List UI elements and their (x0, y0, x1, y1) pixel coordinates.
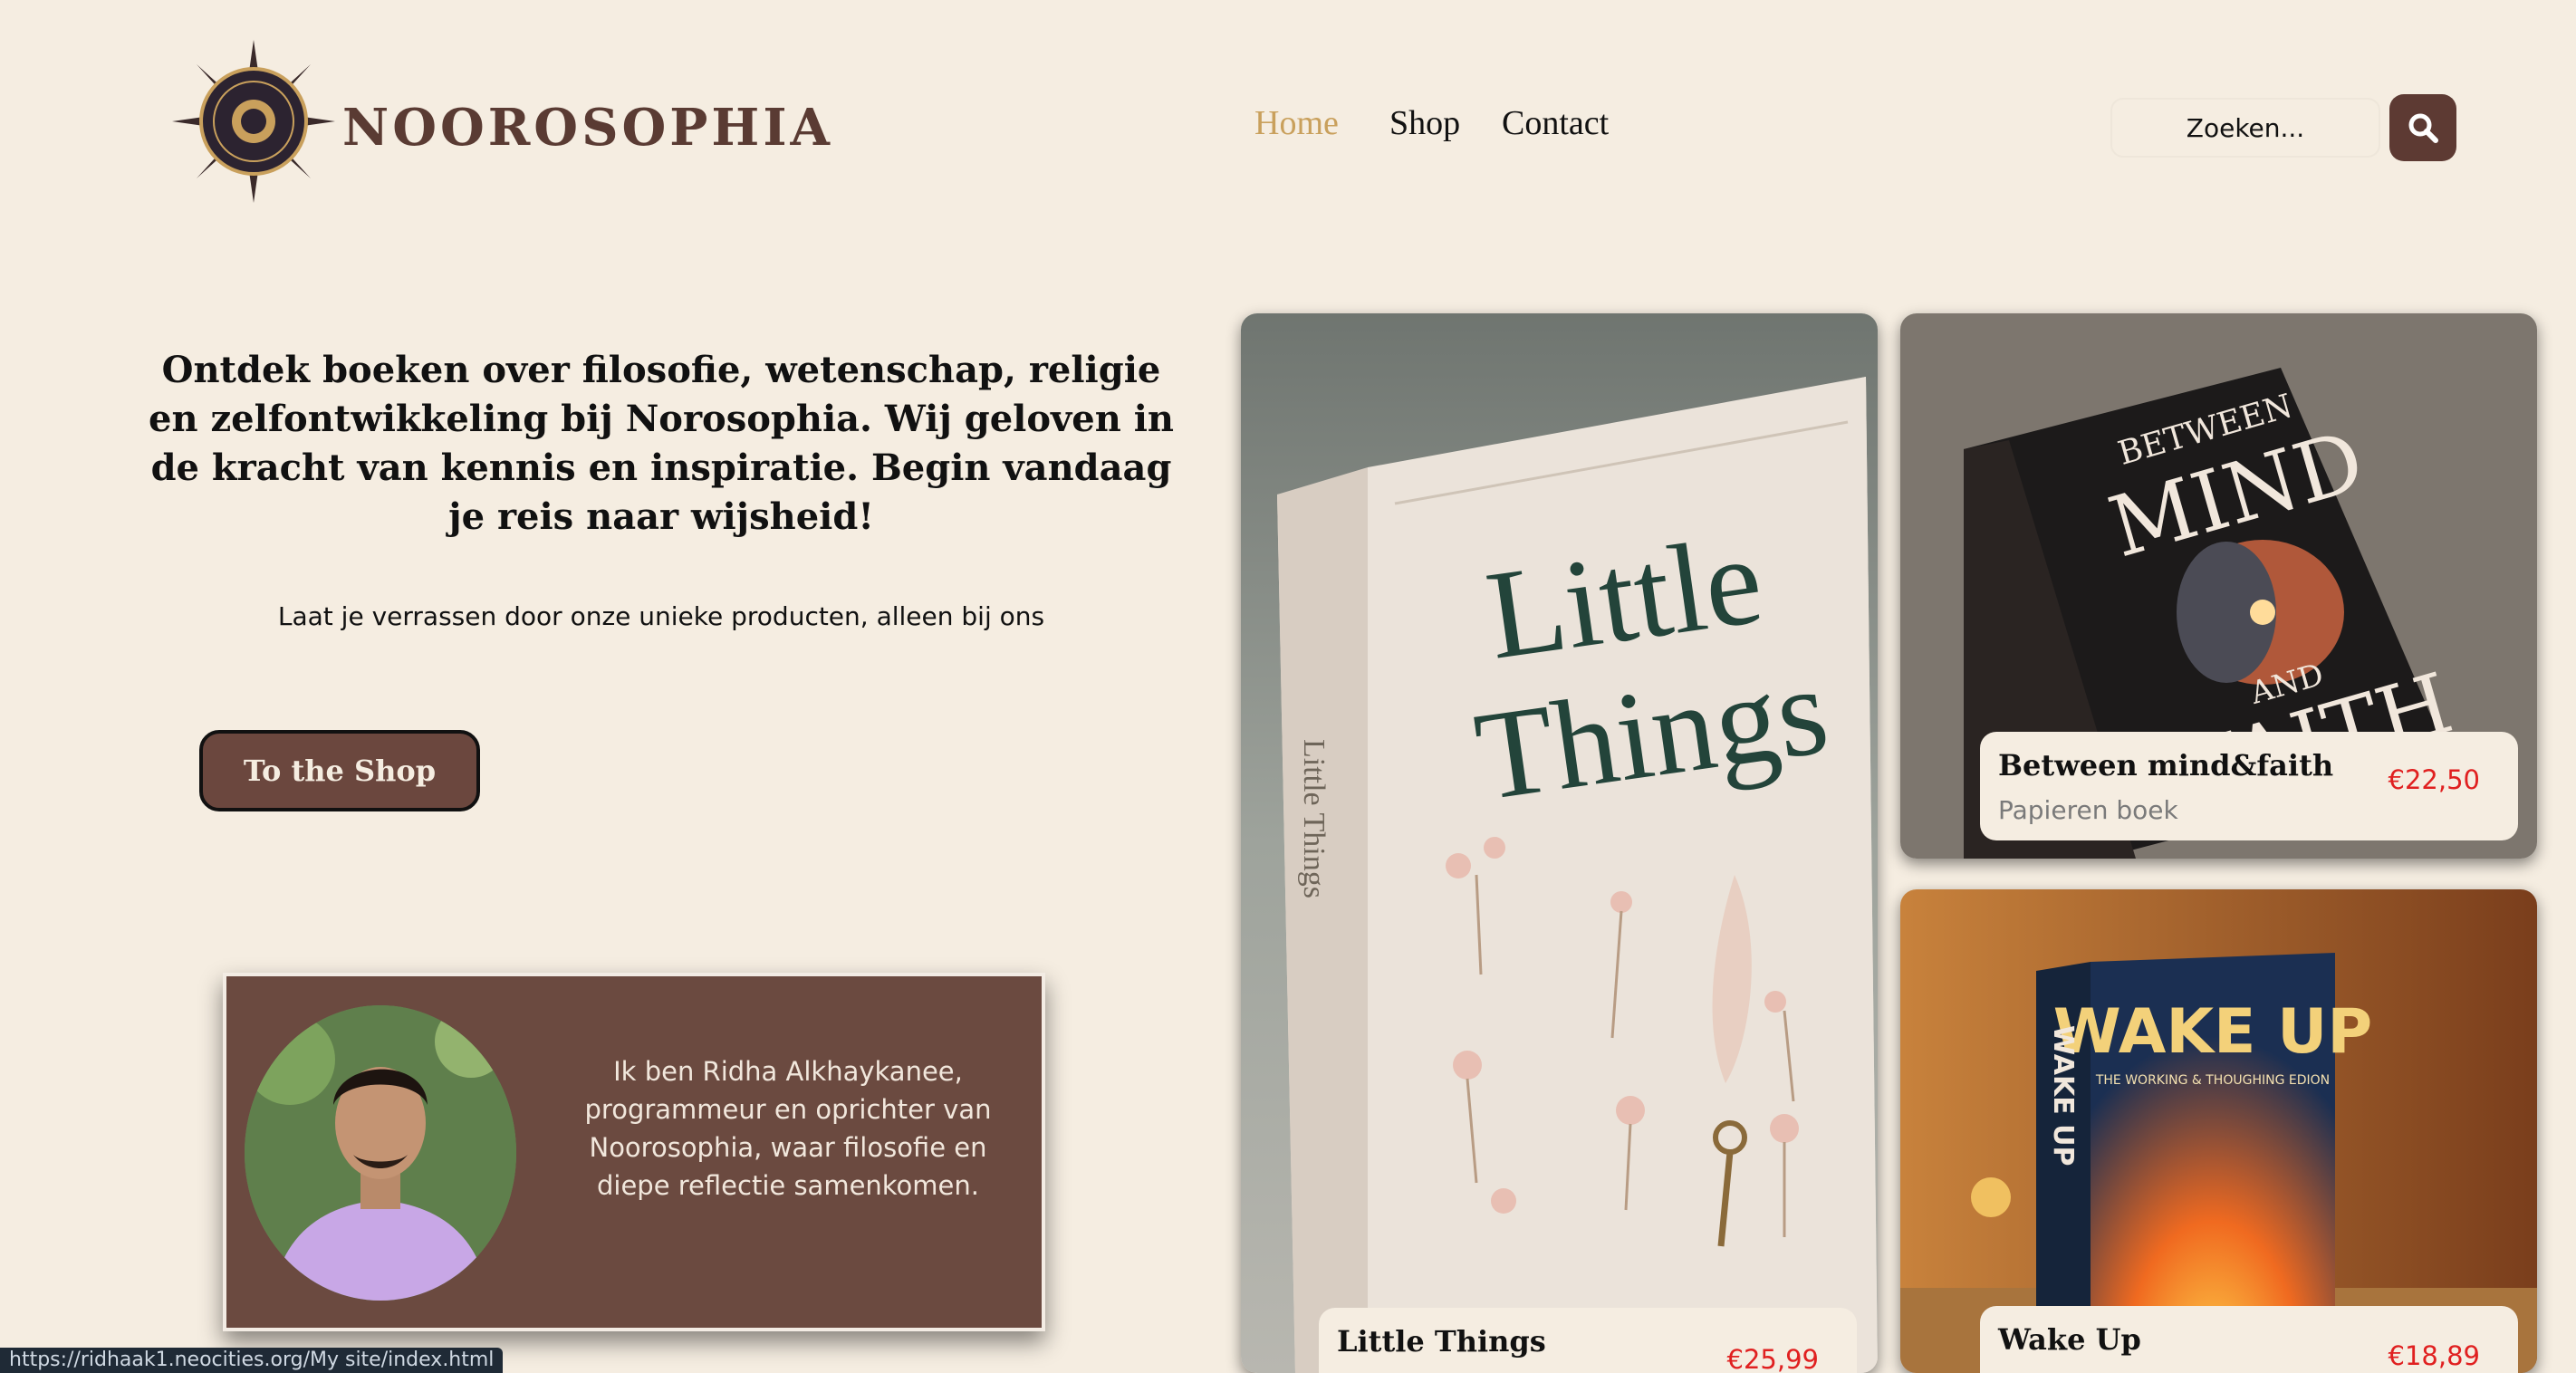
nav-shop[interactable]: Shop (1389, 103, 1460, 143)
product-card-wake-up[interactable]: WAKE UP THE WORKING & THOUGHING EDION WA… (1900, 889, 2537, 1373)
product-price: €18,89 (2388, 1340, 2480, 1371)
status-bar-url: https://ridhaak1.neocities.org/My site/i… (0, 1348, 504, 1373)
search-button[interactable] (2389, 94, 2456, 161)
product-info-little-things: Little Things €25,99 (1319, 1308, 1857, 1373)
product-type: Papieren boek (1998, 795, 2178, 825)
svg-text:WAKE UP: WAKE UP (2053, 996, 2372, 1068)
founder-text: Ik ben Ridha Alkhaykanee, programmeur en… (584, 1056, 992, 1201)
product-price: €22,50 (2388, 764, 2480, 795)
product-info-wake-up: Wake Up €18,89 (1980, 1306, 2518, 1373)
book-cover-image: Little Things Little Things (1241, 313, 1878, 1373)
to-shop-button[interactable]: To the Shop (199, 730, 480, 811)
product-card-little-things[interactable]: Little Things Little Things Little Thing… (1241, 313, 1878, 1373)
hero-title: Ontdek boeken over filosofie, wetenschap… (149, 349, 1174, 538)
search-input[interactable] (2110, 98, 2380, 158)
book-cover-image: WAKE UP THE WORKING & THOUGHING EDION WA… (1900, 889, 2537, 1373)
hero-subtitle: Laat je verrassen door onze unieke produ… (277, 601, 1045, 631)
brand-name[interactable]: NOOROSOPHIA (342, 98, 833, 158)
product-card-between-mind-faith[interactable]: BETWEEN MIND AND FAITH Between mind&fait… (1900, 313, 2537, 859)
nav-home[interactable]: Home (1254, 103, 1339, 143)
founder-avatar (245, 1005, 516, 1301)
nav-contact[interactable]: Contact (1502, 103, 1609, 143)
svg-text:THE WORKING & THOUGHING EDION: THE WORKING & THOUGHING EDION (2095, 1073, 2330, 1088)
product-price: €25,99 (1726, 1344, 1819, 1373)
search-icon (2408, 113, 2438, 143)
svg-text:Little Things: Little Things (1297, 739, 1331, 898)
product-info-between-mind-faith: Between mind&faith Papieren boek €22,50 (1980, 732, 2518, 840)
founder-card: Ik ben Ridha Alkhaykanee, programmeur en… (223, 973, 1045, 1331)
logo[interactable] (172, 40, 335, 203)
svg-text:WAKE UP: WAKE UP (2047, 1025, 2079, 1167)
